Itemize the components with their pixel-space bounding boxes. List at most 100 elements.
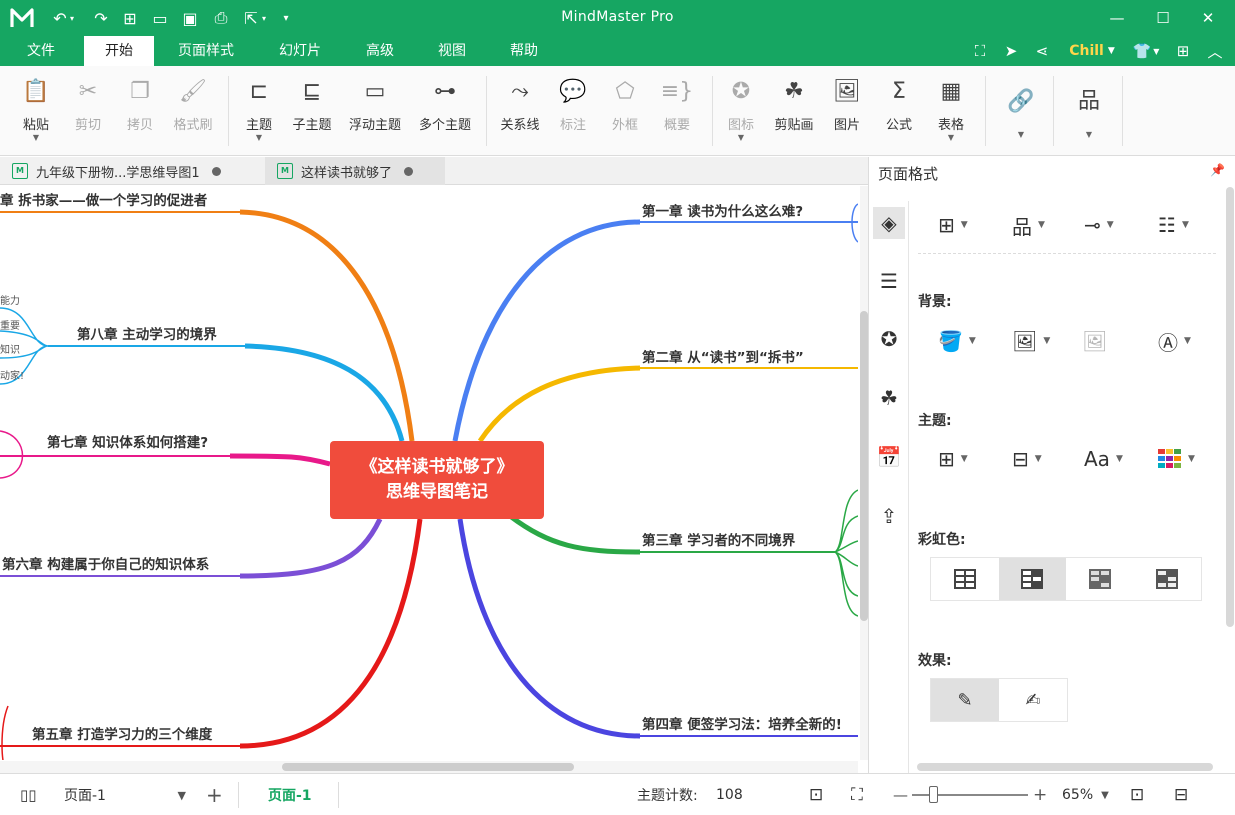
branch-chapter-5[interactable]: 第五章 打造学习力的三个维度 [32, 723, 212, 743]
table-button[interactable]: ▦ 表格 ▼ [930, 74, 972, 152]
format-paint-icon[interactable]: ◈ [873, 207, 905, 239]
add-page-button[interactable]: + [206, 774, 223, 815]
open-icon[interactable]: ▭ [148, 6, 172, 30]
page-panel-toggle-icon[interactable]: ▯▯ [20, 774, 37, 815]
list-icon[interactable]: ☰ [873, 265, 905, 297]
central-topic[interactable]: 《这样读书就够了》 思维导图笔记 [330, 441, 544, 519]
topic-button[interactable]: ⊏ 主题 ▼ [236, 74, 282, 152]
numbering-dropdown[interactable]: ☷ ▼ [1158, 211, 1189, 239]
clipart-button[interactable]: ☘ 剪贴画 [770, 74, 818, 152]
font-dropdown[interactable]: Aa ▼ [1084, 445, 1123, 473]
layout-style-dropdown[interactable]: ⊞ ▼ [938, 211, 968, 239]
redo-icon[interactable]: ↷ [89, 6, 113, 30]
layout-button[interactable]: 品 ▼ [1068, 74, 1110, 152]
menu-view[interactable]: 视图 [427, 36, 477, 66]
clover-icon[interactable]: ☘ [873, 382, 905, 414]
fit-window-icon[interactable]: ⊡ [1130, 774, 1144, 815]
branch-chapter-7[interactable]: 第七章 知识体系如何搭建? [47, 431, 208, 451]
color-scheme-dropdown[interactable]: ▼ [1158, 445, 1195, 473]
icon-button[interactable]: ✪ 图标 ▼ [720, 74, 762, 152]
subtopic-item[interactable]: 动家! [0, 367, 24, 382]
menu-advanced[interactable]: 高级 [355, 36, 405, 66]
customize-icon[interactable]: ▾ [276, 6, 296, 30]
tab-document-1[interactable]: M 九年级下册物...学思维导图1 [0, 157, 265, 185]
canvas-horizontal-scrollbar[interactable] [0, 761, 858, 773]
pin-icon[interactable]: 📌 [1210, 163, 1225, 177]
zoom-level-dropdown[interactable]: 65% ▼ [1062, 774, 1109, 815]
badge-icon[interactable]: ✪ [873, 323, 905, 355]
background-image-dropdown[interactable]: 🖼 ▼ [1012, 327, 1050, 355]
multiple-topics-button[interactable]: ⊶ 多个主题 [412, 74, 478, 152]
branch-chapter-2[interactable]: 第二章 从“读书”到“拆书” [642, 346, 804, 366]
collapse-panel-icon[interactable]: ⊟ [1174, 774, 1188, 815]
picture-button[interactable]: 🖼 图片 [826, 74, 868, 152]
panel-horizontal-scrollbar[interactable] [917, 763, 1213, 771]
close-button[interactable]: ✕ [1188, 4, 1228, 32]
mindmap-canvas[interactable]: 章 拆书家——做一个学习的促进者 第八章 主动学习的境界 能力 重要 知识 动家… [0, 186, 858, 760]
fullscreen-icon[interactable]: ⛶ [851, 774, 863, 815]
floating-topic-button[interactable]: ▭ 浮动主题 [342, 74, 408, 152]
subtopic-button[interactable]: ⊑ 子主题 [288, 74, 336, 152]
fill-color-dropdown[interactable]: 🪣 ▼ [938, 327, 976, 355]
branch-chapter-4[interactable]: 第四章 便签学习法：培养全新的! [642, 713, 842, 733]
subtopic-item[interactable]: 知识 [0, 341, 20, 356]
menu-home[interactable]: 开始 [84, 36, 154, 66]
rainbow-option-4[interactable] [1134, 558, 1202, 600]
structure-dropdown[interactable]: 品 ▼ [1012, 211, 1045, 239]
link-button[interactable]: 🔗 ▼ [1000, 74, 1042, 152]
collapse-ribbon-icon[interactable]: ︿ [1202, 39, 1228, 63]
callout-button[interactable]: 💬 标注 [552, 74, 594, 152]
zoom-slider-handle[interactable] [929, 786, 938, 803]
close-tab-icon[interactable] [404, 166, 414, 176]
branch-chapter-3[interactable]: 第三章 学习者的不同境界 [642, 529, 795, 549]
minimize-button[interactable]: — [1097, 4, 1137, 32]
rainbow-option-2[interactable] [998, 558, 1066, 600]
rainbow-option-3[interactable] [1066, 558, 1134, 600]
connector-dropdown[interactable]: ⊸ ▼ [1084, 211, 1114, 239]
fit-page-icon[interactable]: ⊡ [809, 774, 823, 815]
save-icon[interactable]: ▣ [178, 6, 202, 30]
fullscreen-icon[interactable]: ⛶ [968, 39, 992, 63]
user-account-button[interactable]: Chill ▼ [1066, 39, 1118, 63]
calendar-icon[interactable]: 📅 [873, 441, 905, 473]
page-select-dropdown[interactable]: 页面-1 ▼ [60, 782, 192, 808]
page-tab-1[interactable]: 页面-1 [268, 774, 312, 815]
menu-slides[interactable]: 幻灯片 [264, 36, 336, 66]
canvas-vertical-scrollbar[interactable] [860, 186, 868, 760]
share-icon[interactable]: ⋖ [1030, 39, 1054, 63]
export-dropdown-icon[interactable]: ▾ [258, 6, 270, 30]
branch-chapter-6[interactable]: 第六章 构建属于你自己的知识体系 [2, 553, 209, 573]
watermark-dropdown[interactable]: Ⓐ ▼ [1158, 327, 1191, 355]
zoom-out-button[interactable]: — [893, 774, 908, 815]
zoom-in-button[interactable]: + [1033, 774, 1047, 815]
effect-normal-pen-option[interactable]: ✎ [931, 679, 999, 721]
subtopic-item[interactable]: 重要 [0, 317, 20, 332]
menu-file[interactable]: 文件 [14, 36, 68, 66]
rainbow-option-1[interactable] [931, 558, 999, 600]
print-icon[interactable]: ⎙ [209, 6, 233, 30]
close-tab-icon[interactable] [211, 166, 221, 176]
summary-button[interactable]: ≡} 概要 [656, 74, 698, 152]
boundary-button[interactable]: ⬠ 外框 [604, 74, 646, 152]
undo-dropdown-icon[interactable]: ▾ [66, 6, 78, 30]
effect-handdrawn-option[interactable]: ✍ [999, 679, 1067, 721]
menu-page-style[interactable]: 页面样式 [170, 36, 242, 66]
branch-chapter-9[interactable]: 章 拆书家——做一个学习的促进者 [0, 189, 207, 209]
remove-background-image-button[interactable]: 🖼 [1082, 327, 1107, 355]
topic-shape-dropdown[interactable]: ⊞ ▼ [938, 445, 968, 473]
scrollbar-thumb[interactable] [282, 763, 574, 771]
tab-document-2[interactable]: M 这样读书就够了 [265, 157, 445, 185]
menu-help[interactable]: 帮助 [499, 36, 549, 66]
cut-button[interactable]: ✂ 剪切 [64, 74, 112, 152]
theme-icon[interactable]: 👕 ▼ [1126, 39, 1166, 63]
subtopic-item[interactable]: 能力 [0, 292, 20, 307]
panel-vertical-scrollbar[interactable] [1226, 187, 1234, 627]
paste-button[interactable]: 📋 粘贴 ▼ [12, 74, 60, 152]
send-icon[interactable]: ➤ [999, 39, 1023, 63]
scrollbar-thumb[interactable] [860, 311, 868, 621]
branch-chapter-8[interactable]: 第八章 主动学习的境界 [77, 323, 217, 343]
copy-button[interactable]: ❐ 拷贝 [116, 74, 164, 152]
branch-chapter-1[interactable]: 第一章 读书为什么这么难? [642, 200, 803, 220]
new-icon[interactable]: ⊞ [118, 6, 142, 30]
apps-icon[interactable]: ⊞ [1171, 39, 1195, 63]
